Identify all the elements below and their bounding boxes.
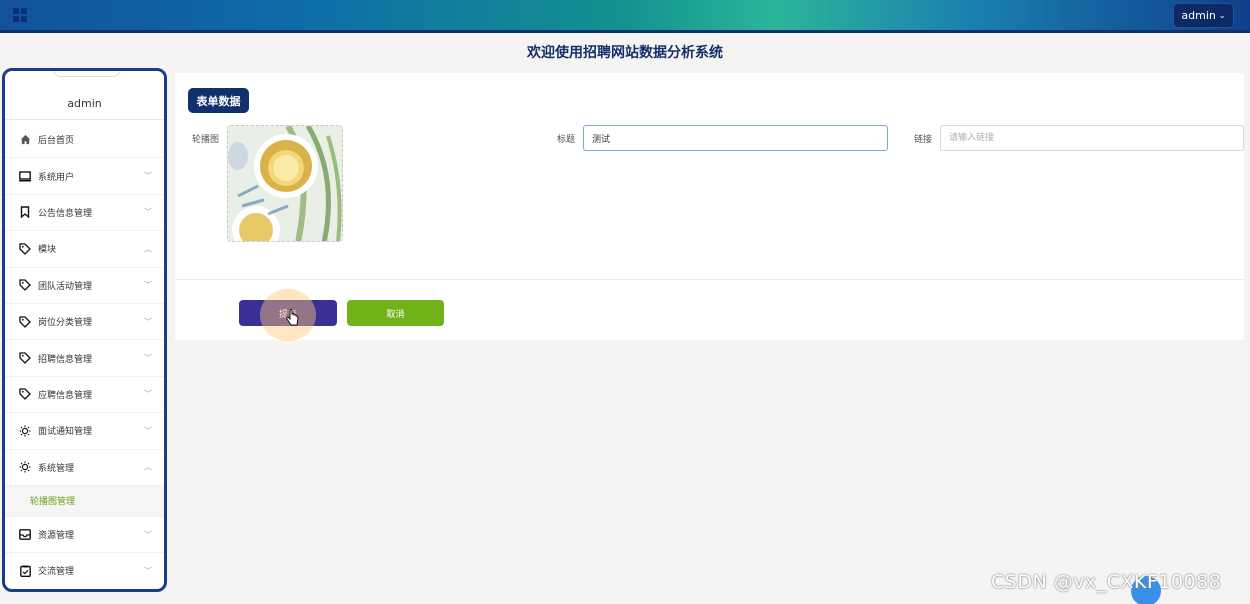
image-label: 轮播图 — [192, 135, 220, 145]
link-input[interactable] — [940, 125, 1244, 151]
chevron-down-icon: ﹀ — [144, 207, 152, 217]
sidebar-item[interactable]: 轮播图管理 — [5, 485, 164, 517]
sidebar-item[interactable]: 模块 ︿ — [5, 231, 164, 268]
sidebar-item[interactable]: 岗位分类管理 ﹀ — [5, 304, 164, 341]
sidebar-item[interactable]: 系统管理 ︿ — [5, 450, 164, 486]
watermark: CSDN @vx_CXKF10088 — [991, 571, 1222, 593]
sidebar-item[interactable]: 后台首页 — [5, 122, 164, 159]
clipboard-icon — [19, 565, 31, 577]
page-title: 欢迎使用招聘网站数据分析系统 — [527, 45, 723, 61]
home-icon — [19, 134, 31, 146]
carousel-image-upload[interactable] — [227, 125, 343, 242]
sidebar-item[interactable]: 招聘信息管理 ﹀ — [5, 340, 164, 377]
cancel-button[interactable]: 取消 — [347, 300, 444, 326]
divider — [5, 119, 164, 120]
chevron-down-icon: ﹀ — [144, 317, 152, 327]
user-menu-label: admin — [1181, 9, 1216, 22]
tag-icon — [19, 315, 31, 328]
sidebar-item-label: 应聘信息管理 — [38, 390, 93, 401]
tag-icon — [19, 388, 31, 401]
sidebar-item[interactable]: 资源管理 ﹀ — [5, 517, 164, 554]
avatar — [53, 71, 121, 77]
tag-icon — [19, 352, 31, 364]
sidebar-username: admin — [67, 97, 102, 110]
chevron-down-icon: ﹀ — [144, 171, 152, 181]
chevron-down-icon: ﹀ — [144, 426, 152, 436]
bookmark-icon — [19, 206, 31, 219]
tag-icon — [19, 279, 31, 292]
sidebar: admin 后台首页 系统用户 ﹀ 公告信息管理 ﹀ 模块 ︿ 团队活动管理 ﹀ 岗位分类管理 ﹀ 招… — [2, 68, 167, 592]
sidebar-item[interactable]: 公告信息管理 ﹀ — [5, 195, 164, 232]
sidebar-item[interactable]: 交流管理 ﹀ — [5, 553, 164, 589]
form-panel: 表单数据 轮播图 标题 链接 提交 取消 — [175, 73, 1244, 341]
sidebar-item-label: 系统管理 — [38, 463, 75, 474]
tea-cup-image — [228, 126, 342, 241]
sidebar-item-label: 模块 — [38, 245, 57, 256]
monitor-icon — [19, 170, 31, 182]
sidebar-item-label: 系统用户 — [38, 172, 75, 183]
sidebar-menu: 后台首页系统用户 ﹀ 公告信息管理 ﹀ 模块 ︿ 团队活动管理 ﹀ 岗位分类管理 ﹀ 招聘信息管理 ﹀… — [5, 122, 164, 589]
chevron-down-icon: ⌄ — [1218, 11, 1226, 20]
title-input[interactable] — [583, 125, 888, 151]
sidebar-item-label: 轮播图管理 — [30, 497, 76, 508]
sidebar-item-label: 团队活动管理 — [38, 281, 93, 292]
chevron-up-icon: ︿ — [144, 462, 152, 472]
sidebar-item-label: 岗位分类管理 — [38, 318, 93, 329]
tag-icon — [19, 243, 31, 255]
sidebar-item[interactable]: 系统用户 ﹀ — [5, 158, 164, 195]
title-label: 标题 — [557, 135, 576, 145]
sidebar-item[interactable]: 团队活动管理 ﹀ — [5, 268, 164, 304]
apps-grid-icon[interactable] — [13, 8, 27, 22]
sun-icon — [19, 425, 31, 437]
chevron-up-icon: ︿ — [144, 244, 152, 254]
user-menu-button[interactable]: admin ⌄ — [1173, 3, 1234, 28]
sidebar-item[interactable]: 面试通知管理 ﹀ — [5, 413, 164, 450]
inbox-icon — [19, 529, 31, 541]
sidebar-item-label: 资源管理 — [38, 531, 75, 542]
chevron-down-icon: ﹀ — [144, 353, 152, 363]
sidebar-item-label: 后台首页 — [38, 136, 75, 147]
form-tag: 表单数据 — [188, 88, 249, 113]
sidebar-item-label: 公告信息管理 — [38, 208, 93, 219]
sidebar-item-label: 招聘信息管理 — [38, 354, 93, 365]
hand-cursor-icon — [286, 309, 299, 326]
chevron-down-icon: ﹀ — [144, 566, 152, 576]
sidebar-item-label: 面试通知管理 — [38, 427, 93, 438]
top-navbar: admin ⌄ — [0, 0, 1250, 33]
sidebar-item-label: 交流管理 — [38, 567, 75, 578]
chevron-down-icon: ﹀ — [144, 280, 152, 290]
link-label: 链接 — [914, 135, 933, 145]
divider — [175, 279, 1244, 280]
chevron-down-icon: ﹀ — [144, 389, 152, 399]
sidebar-item[interactable]: 应聘信息管理 ﹀ — [5, 377, 164, 414]
sun-icon — [19, 461, 31, 473]
chevron-down-icon: ﹀ — [144, 530, 152, 540]
